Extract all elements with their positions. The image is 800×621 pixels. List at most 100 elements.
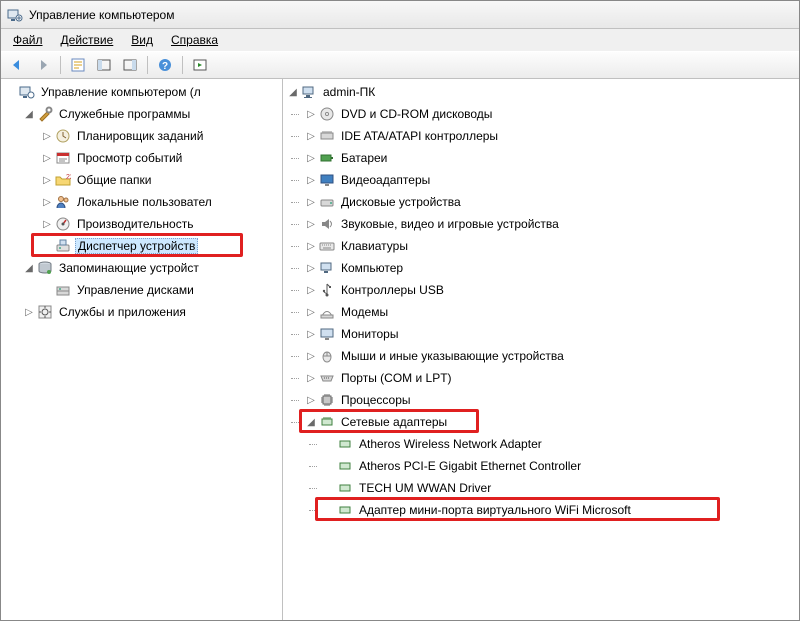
event-icon — [55, 150, 71, 166]
tree-event-viewer[interactable]: ▷ Просмотр событий — [37, 147, 282, 169]
tree-modems[interactable]: ▷ Модемы — [301, 301, 799, 323]
nic-icon — [337, 436, 353, 452]
tree-system-tools[interactable]: ◢ Служебные программы — [19, 103, 282, 125]
expander-icon[interactable]: ▷ — [305, 350, 317, 362]
tree-label: TECH UM WWAN Driver — [357, 480, 493, 496]
tree-label: Звуковые, видео и игровые устройства — [339, 216, 561, 232]
tree-keyboards[interactable]: ▷Клавиатуры — [301, 235, 799, 257]
tree-disk[interactable]: ▷ Дисковые устройства — [301, 191, 799, 213]
menu-view[interactable]: Вид — [123, 31, 161, 49]
tree-netadapters[interactable]: ◢ Сетевые адаптеры — [301, 411, 799, 433]
tree-computer-root[interactable]: ◢ admin-ПК — [283, 81, 799, 103]
expander-icon[interactable]: ◢ — [305, 416, 317, 428]
tree-device-manager[interactable]: ▷ Диспетчер устройств — [37, 235, 282, 257]
expander-icon[interactable]: ◢ — [287, 86, 299, 98]
tree-label: Планировщик заданий — [75, 128, 205, 144]
toolbar-separator — [182, 56, 183, 74]
expander-icon[interactable]: ▷ — [305, 240, 317, 252]
expander-icon[interactable]: ▷ — [305, 372, 317, 384]
expander-icon[interactable]: ▷ — [305, 174, 317, 186]
expander-icon[interactable]: ▷ — [41, 130, 53, 142]
tree-label: Локальные пользовател — [75, 194, 214, 210]
tree-label: Запоминающие устройст — [57, 260, 201, 276]
tree-disk-mgmt[interactable]: ▷ Управление дисками — [37, 279, 282, 301]
menu-action[interactable]: Действие — [53, 31, 122, 49]
expander-icon[interactable]: ▷ — [305, 306, 317, 318]
keyboard-icon — [319, 238, 335, 254]
tree-root-mgmt[interactable]: ▶ Управление компьютером (л — [1, 81, 282, 103]
tree-sound[interactable]: ▷ Звуковые, видео и игровые устройства — [301, 213, 799, 235]
tree-cpus[interactable]: ▷ Процессоры — [301, 389, 799, 411]
tree-dvd[interactable]: ▷DVD и CD-ROM дисководы — [301, 103, 799, 125]
expander-icon[interactable]: ◢ — [23, 262, 35, 274]
expander-icon[interactable]: ▷ — [305, 108, 317, 120]
tree-label: Дисковые устройства — [339, 194, 463, 210]
forward-button[interactable] — [31, 54, 55, 76]
toolbar-separator — [60, 56, 61, 74]
display-icon — [319, 172, 335, 188]
btn-panes-2[interactable] — [118, 54, 142, 76]
tree-local-users[interactable]: ▷ Локальные пользовател — [37, 191, 282, 213]
tree-batteries[interactable]: ▷Батареи — [301, 147, 799, 169]
expander-icon[interactable]: ▷ — [305, 152, 317, 164]
tree-atheros-pcie[interactable]: ▷Atheros PCI-E Gigabit Ethernet Controll… — [319, 455, 799, 477]
tree-monitors[interactable]: ▷ Мониторы — [301, 323, 799, 345]
btn-panes-1[interactable] — [92, 54, 116, 76]
expander-icon[interactable]: ▷ — [305, 394, 317, 406]
tools-icon — [37, 106, 53, 122]
expander-icon[interactable]: ◢ — [23, 108, 35, 120]
tree-mice[interactable]: ▷Мыши и иные указывающие устройства — [301, 345, 799, 367]
expander-icon[interactable]: ▷ — [41, 174, 53, 186]
tree-label: Процессоры — [339, 392, 413, 408]
expander-icon[interactable]: ▷ — [305, 196, 317, 208]
btn-help[interactable]: ? — [153, 54, 177, 76]
back-button[interactable] — [5, 54, 29, 76]
usb-icon — [319, 282, 335, 298]
nic-icon — [337, 480, 353, 496]
tree-ide[interactable]: ▷IDE ATA/ATAPI контроллеры — [301, 125, 799, 147]
tree-label: Видеоадаптеры — [339, 172, 432, 188]
expander-icon[interactable]: ▷ — [305, 328, 317, 340]
expander-icon[interactable]: ▷ — [41, 152, 53, 164]
tree-computer-cat[interactable]: ▷Компьютер — [301, 257, 799, 279]
btn-scan[interactable] — [188, 54, 212, 76]
app-icon — [7, 7, 23, 23]
port-icon — [319, 370, 335, 386]
expander-icon[interactable]: ▷ — [23, 306, 35, 318]
computer-icon — [319, 260, 335, 276]
tree-usb[interactable]: ▷Контроллеры USB — [301, 279, 799, 301]
nic-icon — [337, 458, 353, 474]
titlebar: Управление компьютером — [1, 1, 799, 29]
menu-file[interactable]: Файл — [5, 31, 51, 49]
tree-tech-wwan[interactable]: ▷TECH UM WWAN Driver — [319, 477, 799, 499]
nic-icon — [337, 502, 353, 518]
cpu-icon — [319, 392, 335, 408]
menu-help[interactable]: Справка — [163, 31, 226, 49]
expander-icon[interactable]: ▷ — [41, 196, 53, 208]
tree-label: Atheros Wireless Network Adapter — [357, 436, 544, 452]
network-icon — [319, 414, 335, 430]
expander-icon[interactable]: ▷ — [305, 262, 317, 274]
tree-label: Адаптер мини-порта виртуального WiFi Mic… — [357, 502, 633, 518]
tree-label: Мониторы — [339, 326, 400, 342]
tree-label: Модемы — [339, 304, 390, 320]
tree-services-apps[interactable]: ▷ Службы и приложения — [19, 301, 282, 323]
expander-icon[interactable]: ▷ — [41, 218, 53, 230]
tree-task-scheduler[interactable]: ▷ Планировщик заданий — [37, 125, 282, 147]
modem-icon — [319, 304, 335, 320]
dvd-icon — [319, 106, 335, 122]
tree-video[interactable]: ▷ Видеоадаптеры — [301, 169, 799, 191]
tree-ms-vwifi[interactable]: ▷Адаптер мини-порта виртуального WiFi Mi… — [319, 499, 799, 521]
expander-icon[interactable]: ▷ — [305, 284, 317, 296]
tree-storage[interactable]: ◢ Запоминающие устройст — [19, 257, 282, 279]
tree-label: Сетевые адаптеры — [339, 414, 449, 430]
tree-ports[interactable]: ▷Порты (COM и LPT) — [301, 367, 799, 389]
users-icon — [55, 194, 71, 210]
expander-icon[interactable]: ▷ — [305, 218, 317, 230]
tree-atheros-wifi[interactable]: ▷Atheros Wireless Network Adapter — [319, 433, 799, 455]
expander-icon[interactable]: ▷ — [305, 130, 317, 142]
tree-label: Управление дисками — [75, 282, 196, 298]
btn-properties[interactable] — [66, 54, 90, 76]
tree-shared-folders[interactable]: ▷ 22 Общие папки — [37, 169, 282, 191]
tree-performance[interactable]: ▷ Производительность — [37, 213, 282, 235]
